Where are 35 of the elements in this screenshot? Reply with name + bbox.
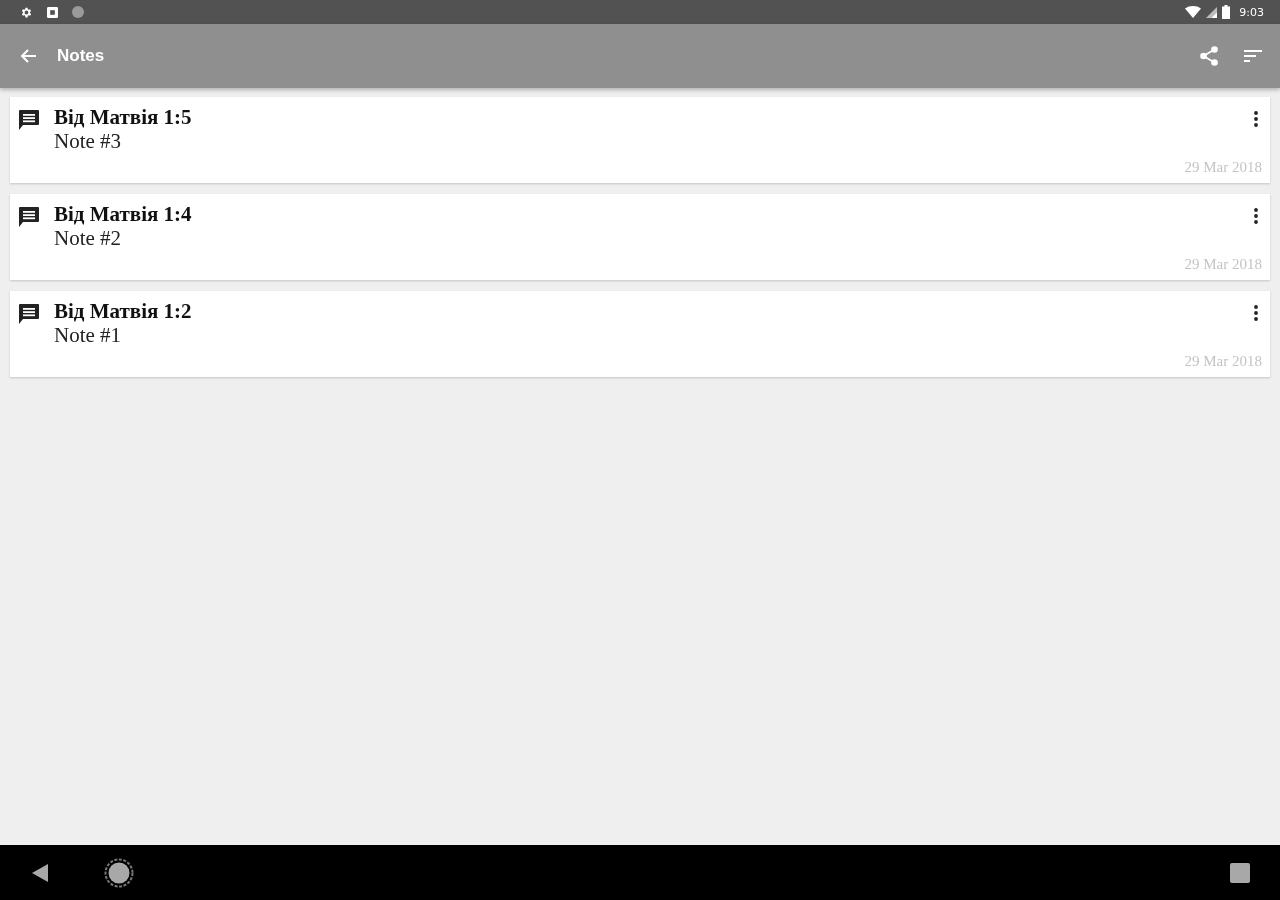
more-vertical-icon: [1254, 208, 1258, 224]
comment-icon: [19, 207, 39, 227]
note-date: 29 Mar 2018: [1184, 159, 1262, 176]
clock-time: 9:03: [1239, 5, 1264, 19]
note-card[interactable]: Від Матвія 1:2 Note #1 29 Mar 2018: [10, 291, 1270, 377]
battery-icon: [1222, 5, 1231, 19]
back-nav-button[interactable]: [32, 863, 48, 882]
note-text: Note #1: [54, 323, 122, 347]
signal-icon: [1206, 6, 1218, 18]
back-arrow-icon: [20, 48, 36, 64]
share-icon: [1200, 46, 1218, 66]
note-reference: Від Матвія 1:4: [54, 202, 192, 226]
comment-icon: [19, 304, 39, 324]
home-circle-icon: [104, 857, 134, 888]
more-vertical-icon: [1254, 305, 1258, 321]
note-card[interactable]: Від Матвія 1:5 Note #3 29 Mar 2018: [10, 97, 1270, 183]
app-title: Notes: [57, 46, 105, 66]
gear-icon: [20, 5, 33, 19]
note-reference: Від Матвія 1:5: [54, 105, 192, 129]
comment-icon: [19, 110, 39, 130]
note-reference: Від Матвія 1:2: [54, 299, 192, 323]
note-date: 29 Mar 2018: [1184, 256, 1262, 273]
square-icon: [1230, 862, 1250, 883]
triangle-left-icon: [32, 863, 48, 882]
recents-nav-button[interactable]: [1230, 862, 1250, 883]
sort-icon: [1244, 50, 1262, 62]
circle-icon: [72, 6, 84, 18]
wifi-icon: [1185, 6, 1202, 18]
more-vertical-icon: [1254, 111, 1258, 127]
home-nav-button[interactable]: [104, 857, 134, 888]
note-date: 29 Mar 2018: [1184, 353, 1262, 370]
note-text: Note #3: [54, 129, 122, 153]
square-icon: [47, 6, 58, 18]
note-card[interactable]: Від Матвія 1:4 Note #2 29 Mar 2018: [10, 194, 1270, 280]
note-text: Note #2: [54, 226, 122, 250]
